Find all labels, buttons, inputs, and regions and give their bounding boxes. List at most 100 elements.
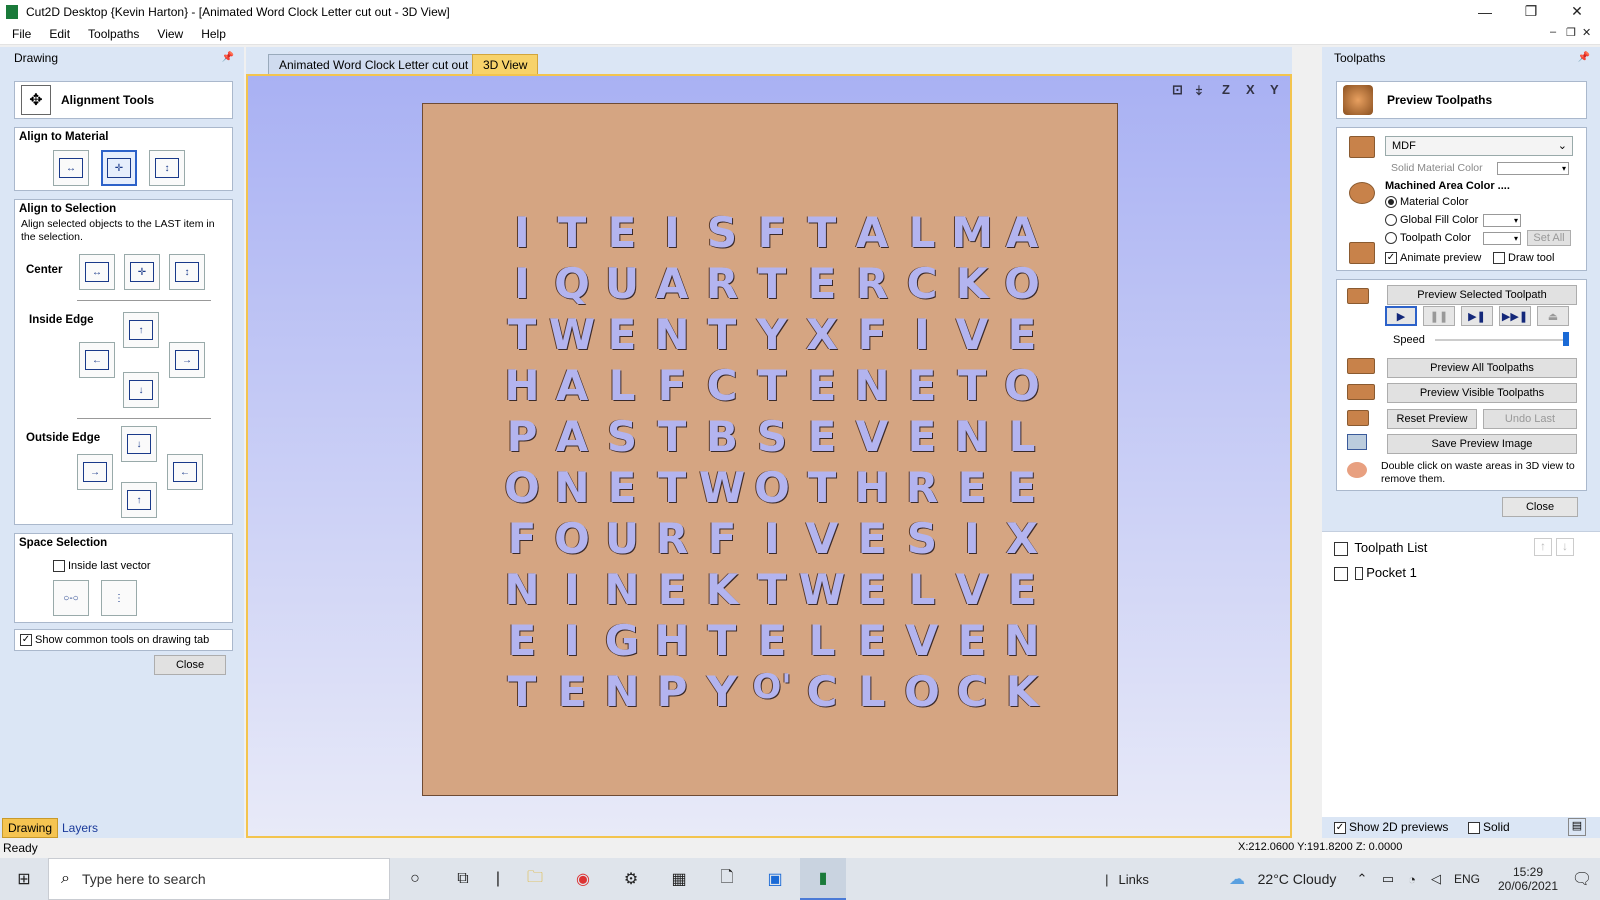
panel-options-icon[interactable]: ▤ — [1568, 818, 1586, 836]
cortana-icon[interactable]: ○ — [392, 858, 438, 900]
inside-last-vector-checkbox[interactable]: Inside last vector — [53, 560, 151, 573]
view-z-icon[interactable]: Z — [1222, 82, 1230, 97]
minimize-button[interactable]: — — [1462, 0, 1508, 23]
mdi-restore-icon[interactable]: ❐ — [1566, 26, 1576, 39]
preview-all-toolpaths-button[interactable]: Preview All Toolpaths — [1387, 358, 1577, 378]
outside-edge-right-button[interactable]: ← — [167, 454, 203, 490]
iso-view-icon[interactable]: ⤈ — [1196, 82, 1202, 98]
view-y-icon[interactable]: Y — [1270, 82, 1279, 97]
space-vertical-button[interactable]: ⋮ — [101, 580, 137, 616]
space-selection-title: Space Selection — [19, 537, 108, 549]
solid-checkbox[interactable]: Solid — [1468, 820, 1510, 834]
outside-edge-left-button[interactable]: → — [77, 454, 113, 490]
toolpath-color-radio[interactable]: Toolpath Color — [1385, 232, 1471, 245]
outside-edge-bottom-button[interactable]: ↑ — [121, 482, 157, 518]
toolpath-color-picker[interactable]: ▾ — [1483, 232, 1521, 245]
task-view-icon[interactable]: ⧉ — [440, 858, 486, 900]
inside-edge-top-button[interactable]: ↑ — [123, 312, 159, 348]
menu-help[interactable]: Help — [192, 23, 235, 45]
center-both-button[interactable]: ✛ — [124, 254, 160, 290]
outside-edge-top-button[interactable]: ↓ — [121, 426, 157, 462]
material-color-radio[interactable]: Material Color — [1385, 196, 1468, 209]
preview-selected-toolpath-button[interactable]: Preview Selected Toolpath — [1387, 285, 1577, 305]
windows-start-icon[interactable]: ⊞ — [0, 858, 48, 900]
pocket-label: Pocket 1 — [1366, 565, 1417, 580]
step-forward-button[interactable]: ▶❚ — [1461, 306, 1493, 326]
title-bar: Cut2D Desktop {Kevin Harton} - [Animated… — [0, 0, 1600, 23]
left-close-button[interactable]: Close — [154, 655, 226, 675]
reset-preview-button[interactable]: Reset Preview — [1387, 409, 1477, 429]
menu-edit[interactable]: Edit — [40, 23, 79, 45]
center-vertical-button[interactable]: ↕ — [169, 254, 205, 290]
skip-end-button[interactable]: ▶▶❚ — [1499, 306, 1531, 326]
play-button[interactable]: ▶ — [1385, 306, 1417, 326]
align-material-vertical-button[interactable]: ↕ — [149, 150, 185, 186]
list-item[interactable]: Pocket 1 — [1334, 565, 1417, 581]
align-material-center-button[interactable]: ✛ — [101, 150, 137, 186]
notifications-icon[interactable]: 🗨 — [1564, 858, 1600, 900]
search-box[interactable]: ⌕ Type here to search — [48, 858, 390, 900]
show-2d-previews-checkbox[interactable]: ✓ Show 2D previews — [1334, 820, 1448, 834]
inside-edge-left-button[interactable]: ← — [79, 342, 115, 378]
stop-button[interactable]: ⏏ — [1537, 306, 1569, 326]
animate-preview-checkbox[interactable]: ✓ Animate preview — [1385, 252, 1481, 265]
set-all-button[interactable]: Set All — [1527, 230, 1571, 246]
move-down-icon[interactable]: ↓ — [1556, 538, 1574, 556]
tab-drawing[interactable]: Drawing — [2, 818, 59, 838]
settings-icon[interactable]: ⚙ — [608, 858, 654, 900]
file-explorer-icon[interactable]: 🗀 — [512, 858, 558, 900]
center-horizontal-button[interactable]: ↔ — [79, 254, 115, 290]
inside-edge-bottom-button[interactable]: ↓ — [123, 372, 159, 408]
chrome-icon[interactable]: ◉ — [560, 858, 606, 900]
clock[interactable]: 15:29 20/06/2021 — [1494, 858, 1562, 900]
toolpath-list-header[interactable]: Toolpath List — [1334, 540, 1427, 556]
checkbox-checked-icon: ✓ — [20, 634, 32, 646]
cursor-coordinates: X:212.0600 Y:191.8200 Z: 0.0000 — [1238, 841, 1403, 853]
speed-slider-thumb[interactable] — [1563, 332, 1569, 346]
weather-text[interactable]: 22°C Cloudy — [1254, 858, 1340, 900]
cut2d-taskbar-icon[interactable]: ▮ — [800, 858, 846, 900]
chevron-up-icon[interactable]: ⌃ — [1350, 858, 1374, 900]
links-toolbar[interactable]: | Links — [1092, 858, 1162, 900]
material-select[interactable]: MDF ⌄ — [1385, 136, 1573, 156]
show-common-tools-checkbox[interactable]: ✓ Show common tools on drawing tab — [14, 629, 233, 651]
tab-layers[interactable]: Layers — [57, 818, 103, 838]
language-indicator[interactable]: ENG — [1450, 858, 1484, 900]
app-icon[interactable]: ▣ — [752, 858, 798, 900]
global-fill-color-radio[interactable]: Global Fill Color — [1385, 214, 1478, 227]
menu-file[interactable]: File — [0, 23, 40, 45]
inside-edge-right-button[interactable]: → — [169, 342, 205, 378]
right-close-button[interactable]: Close — [1502, 497, 1578, 517]
pin-icon[interactable]: 📌 — [1578, 52, 1590, 63]
mdi-close-icon[interactable]: ✕ — [1582, 26, 1591, 39]
space-horizontal-button[interactable]: ○-○ — [53, 580, 89, 616]
tab-design[interactable]: Animated Word Clock Letter cut out — [268, 54, 480, 74]
speed-slider[interactable] — [1435, 339, 1567, 341]
mdi-minimize-icon[interactable]: – — [1550, 26, 1556, 38]
undo-last-button[interactable]: Undo Last — [1483, 409, 1577, 429]
battery-icon[interactable]: ▭ — [1376, 858, 1400, 900]
solid-material-color-picker[interactable]: ▾ — [1497, 162, 1569, 175]
menu-toolpaths[interactable]: Toolpaths — [79, 23, 148, 45]
tab-3d-view[interactable]: 3D View — [472, 54, 539, 74]
volume-icon[interactable]: ◁ — [1424, 858, 1448, 900]
pin-icon[interactable]: 📌 — [222, 52, 234, 63]
zoom-extents-icon[interactable]: ⊡ — [1172, 82, 1183, 98]
notepad-icon[interactable]: 🗋 — [704, 858, 750, 900]
global-fill-color-picker[interactable]: ▾ — [1483, 214, 1521, 227]
wifi-icon[interactable]: ◔ — [1400, 858, 1424, 900]
mdf-board[interactable]: ITEISFTALMAIQUARTERCKOTWENTYXFIVEHALFCTE… — [422, 103, 1118, 796]
align-bottom-icon: ↓ — [129, 380, 153, 400]
menu-view[interactable]: View — [148, 23, 192, 45]
calculator-icon[interactable]: ▦ — [656, 858, 702, 900]
maximize-button[interactable]: ❐ — [1508, 0, 1554, 23]
move-up-icon[interactable]: ↑ — [1534, 538, 1552, 556]
close-window-button[interactable]: ✕ — [1554, 0, 1600, 23]
draw-tool-checkbox[interactable]: Draw tool — [1493, 252, 1554, 265]
view-x-icon[interactable]: X — [1246, 82, 1255, 97]
preview-visible-toolpaths-button[interactable]: Preview Visible Toolpaths — [1387, 383, 1577, 403]
3d-viewport[interactable]: ⊡ ⤈ Z X Y ITEISFTALMAIQUARTERCKOTWENTYXF… — [246, 74, 1292, 838]
save-preview-image-button[interactable]: Save Preview Image — [1387, 434, 1577, 454]
align-material-horizontal-button[interactable]: ↔ — [53, 150, 89, 186]
pause-button[interactable]: ❚❚ — [1423, 306, 1455, 326]
